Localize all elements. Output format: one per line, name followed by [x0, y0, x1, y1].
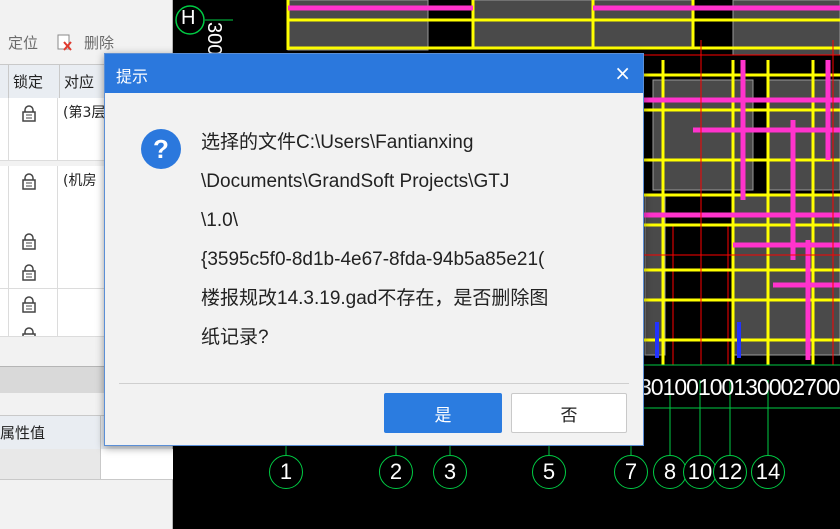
yes-button[interactable]: 是 — [384, 393, 502, 433]
axis-bubble: 3 — [433, 455, 467, 489]
delete-button[interactable]: 删除 — [84, 32, 114, 53]
axis-bubble: 8 — [653, 455, 687, 489]
axis-bubble-label: 3 — [443, 459, 457, 484]
row-marker — [0, 226, 9, 257]
close-icon[interactable]: × — [614, 61, 631, 85]
message-line: 楼报规改14.3.19.gad不存在，是否删除图 — [201, 288, 549, 309]
axis-bubble-label: 5 — [542, 459, 556, 484]
lock-icon[interactable] — [21, 264, 37, 281]
lock-cell[interactable] — [9, 257, 58, 288]
lock-cell[interactable] — [9, 98, 58, 129]
header-divider — [100, 416, 101, 450]
lock-icon[interactable] — [21, 233, 37, 250]
property-value-header: 属性值 — [0, 424, 46, 442]
axis-bubble-label: 12 — [717, 459, 743, 484]
row-marker — [0, 257, 9, 288]
axis-bubble: 10 — [683, 455, 717, 489]
axis-bubble: 2 — [379, 455, 413, 489]
message-line: \Documents\GrandSoft Projects\GTJ — [201, 171, 510, 192]
lock-cell[interactable] — [9, 289, 58, 320]
axis-bubble-label: 7 — [624, 459, 638, 484]
axis-dimension-vertical: 300 — [203, 22, 225, 56]
dialog-divider — [119, 383, 629, 384]
property-row[interactable] — [0, 449, 173, 480]
row-marker — [0, 320, 9, 336]
axis-bubble: 1 — [269, 455, 303, 489]
axis-bubble-label: 14 — [755, 459, 781, 484]
row-marker — [0, 98, 9, 129]
grid-header-spacer — [0, 65, 9, 99]
lock-cell[interactable] — [9, 197, 58, 228]
lock-icon[interactable] — [21, 173, 37, 190]
axis-bubble: 7 — [614, 455, 648, 489]
axis-bubble-label: 8 — [663, 459, 677, 484]
axis-bubble: 5 — [532, 455, 566, 489]
axis-bubble: 14 — [751, 455, 785, 489]
message-line: {3595c5f0-8d1b-4e67-8fda-94b5a85e21( — [201, 249, 545, 270]
grid-header-lock[interactable]: 锁定 — [9, 65, 60, 99]
row-marker — [0, 197, 9, 228]
no-button[interactable]: 否 — [511, 393, 627, 433]
dialog-title: 提示 — [116, 67, 149, 86]
axis-bubble-label: 10 — [687, 459, 713, 484]
axis-bubble-label: 1 — [279, 459, 293, 484]
axis-letter-label: H — [181, 7, 196, 29]
lock-icon[interactable] — [21, 296, 37, 313]
row-marker — [0, 129, 9, 160]
dimension-text: 30100100130002700 — [639, 374, 840, 400]
lock-cell[interactable] — [9, 166, 58, 197]
message-line: 选择的文件C:\Users\Fantianxing — [201, 132, 474, 153]
locate-button[interactable]: 定位 — [8, 32, 38, 53]
lock-cell[interactable] — [9, 320, 58, 336]
axis-bubble: 12 — [713, 455, 747, 489]
dialog-message: 选择的文件C:\Users\Fantianxing \Documents\Gra… — [201, 123, 601, 357]
message-line: 纸记录? — [201, 327, 269, 348]
row-marker — [0, 289, 9, 320]
axis-bubble-label: 2 — [389, 459, 403, 484]
delete-icon[interactable] — [57, 34, 73, 52]
property-value-cell[interactable] — [100, 449, 173, 479]
message-line: \1.0\ — [201, 210, 238, 231]
confirm-dialog: 提示 × ? 选择的文件C:\Users\Fantianxing \Docume… — [104, 53, 644, 446]
dialog-titlebar[interactable]: 提示 × — [105, 54, 643, 93]
lock-cell[interactable] — [9, 129, 58, 160]
lock-icon[interactable] — [21, 327, 37, 336]
row-marker — [0, 166, 9, 197]
lock-cell[interactable] — [9, 226, 58, 257]
question-icon: ? — [141, 129, 181, 169]
lock-icon[interactable] — [21, 105, 37, 122]
